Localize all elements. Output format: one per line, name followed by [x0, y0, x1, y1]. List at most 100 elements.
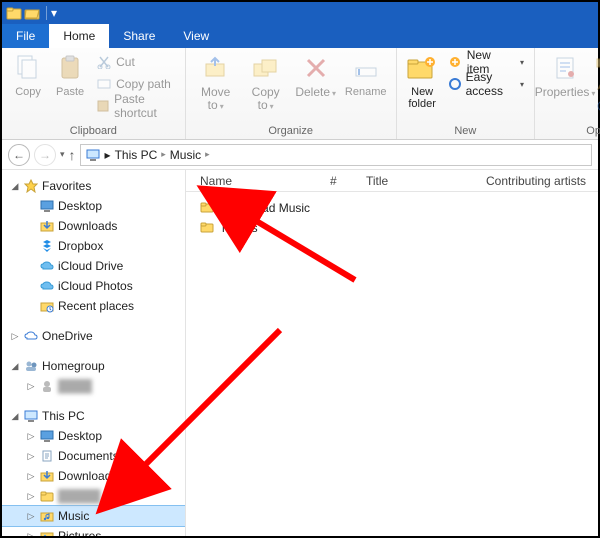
tree-label: Recent places	[58, 299, 134, 313]
collapse-icon[interactable]: ◢	[10, 361, 20, 372]
breadcrumb-folder[interactable]: Music▸	[170, 148, 210, 162]
expand-icon[interactable]: ▷	[26, 381, 36, 392]
tree-item[interactable]: ▷Desktop	[2, 426, 185, 446]
new-folder-label: New folder	[408, 86, 436, 110]
tree-label: This PC	[42, 409, 85, 423]
pc-icon	[85, 147, 101, 163]
properties-button[interactable]: Properties▾	[543, 52, 587, 100]
easy-access-label: Easy access	[466, 70, 514, 98]
tree-item[interactable]: ▷ Downloads	[2, 466, 185, 486]
folder-icon	[6, 5, 22, 21]
tab-file[interactable]: File	[2, 24, 49, 48]
expand-icon[interactable]: ▷	[26, 431, 36, 442]
recent-icon	[39, 298, 55, 314]
edit-icon	[595, 76, 600, 92]
file-row[interactable]: iTunes	[186, 218, 598, 238]
tree-header-homegroup[interactable]: ◢ Homegroup	[2, 356, 185, 376]
tree-item-homegroup-user[interactable]: ▷ ████	[2, 376, 185, 396]
copy-button[interactable]: Copy	[10, 52, 46, 98]
qat-overflow-icon[interactable]: ▾	[51, 6, 57, 20]
title-bar: ▾	[2, 2, 598, 24]
expand-icon[interactable]: ▷	[10, 331, 20, 342]
expand-icon[interactable]: ▷	[26, 471, 36, 482]
move-to-button[interactable]: Move to▾	[194, 52, 238, 113]
new-item-button[interactable]: New item▾	[446, 52, 526, 72]
tree-header-onedrive[interactable]: ▷ OneDrive	[2, 326, 185, 346]
copy-icon	[12, 52, 44, 84]
col-number[interactable]: #	[322, 174, 358, 188]
chevron-right-icon[interactable]: ▸	[105, 148, 111, 162]
col-artists[interactable]: Contributing artists	[478, 174, 598, 188]
folder-icon	[39, 488, 55, 504]
tab-share[interactable]: Share	[109, 24, 169, 48]
user-icon	[39, 378, 55, 394]
ribbon-group-organize: Move to▾ Copy to▾ Delete▾ Rename Organiz…	[186, 48, 397, 139]
tree-item[interactable]: ▷iCloud Drive	[2, 256, 185, 276]
tree-label: Homegroup	[42, 359, 105, 373]
cut-button[interactable]: Cut	[94, 52, 177, 72]
col-title[interactable]: Title	[358, 174, 478, 188]
easy-access-button[interactable]: Easy access▾	[446, 74, 526, 94]
tree-label: Downloads	[58, 469, 117, 483]
tree-label: Dropbox	[58, 239, 103, 253]
delete-button[interactable]: Delete▾	[294, 52, 338, 100]
edit-button[interactable]: Edit	[593, 74, 600, 94]
paste-button[interactable]: Paste	[52, 52, 88, 98]
tree-item[interactable]: ▷Recent places	[2, 296, 185, 316]
open-icon	[595, 54, 600, 70]
paste-shortcut-button[interactable]: Paste shortcut	[94, 96, 177, 116]
rename-button[interactable]: Rename	[344, 52, 388, 98]
downloads-icon	[39, 218, 55, 234]
file-row[interactable]: Download Music	[186, 198, 598, 218]
tree-item[interactable]: ▷█████	[2, 486, 185, 506]
icloud-icon	[39, 278, 55, 294]
file-list: Download MusiciTunes	[186, 192, 598, 244]
rename-label: Rename	[345, 86, 387, 98]
tree-header-favorites[interactable]: ◢ Favorites	[2, 176, 185, 196]
cut-label: Cut	[116, 55, 135, 69]
tree-label: OneDrive	[42, 329, 93, 343]
delete-icon	[300, 52, 332, 84]
expand-icon[interactable]: ▷	[26, 451, 36, 462]
up-button[interactable]: ↑	[69, 147, 76, 163]
tree-item[interactable]: ▷ Documents	[2, 446, 185, 466]
tree-item[interactable]: ▷iCloud Photos	[2, 276, 185, 296]
content-pane: Name # Title Contributing artists Downlo…	[186, 170, 598, 536]
tree-item-music[interactable]: ▷ Music	[2, 506, 185, 526]
collapse-icon[interactable]: ◢	[10, 411, 20, 422]
expand-icon[interactable]: ▷	[26, 511, 36, 522]
pictures-icon	[39, 528, 55, 536]
tree-item[interactable]: ▷Downloads	[2, 216, 185, 236]
col-name[interactable]: Name	[192, 174, 322, 188]
recent-locations-button[interactable]: ▾	[60, 149, 65, 160]
tree-label: Documents	[58, 449, 119, 463]
expand-icon[interactable]: ▷	[26, 491, 36, 502]
tree-item[interactable]: ▷Pictures	[2, 526, 185, 536]
tree-item[interactable]: ▷Desktop	[2, 196, 185, 216]
paste-shortcut-icon	[96, 98, 110, 114]
properties-label: Properties▾	[535, 86, 596, 100]
copy-path-button[interactable]: Copy path	[94, 74, 177, 94]
copy-to-button[interactable]: Copy to▾	[244, 52, 288, 113]
back-button[interactable]: ←	[8, 144, 30, 166]
copy-path-icon	[96, 76, 112, 92]
tab-home[interactable]: Home	[49, 24, 109, 48]
ribbon: Copy Paste Cut Copy path	[2, 48, 598, 140]
new-folder-button[interactable]: New folder	[405, 52, 440, 110]
expand-icon[interactable]: ▷	[26, 531, 36, 537]
tree-group-thispc: ◢ This PC ▷Desktop▷Documents▷Downloads▷█…	[2, 406, 185, 536]
address-bar[interactable]: ▸ This PC▸ Music▸	[80, 144, 592, 166]
tree-header-thispc[interactable]: ◢ This PC	[2, 406, 185, 426]
history-button[interactable]: History	[593, 96, 600, 116]
tree-label: Music	[58, 509, 89, 523]
forward-button[interactable]: →	[34, 144, 56, 166]
paste-shortcut-label: Paste shortcut	[114, 92, 175, 120]
tree-item[interactable]: ▷Dropbox	[2, 236, 185, 256]
new-folder-icon	[406, 52, 438, 84]
group-label-organize: Organize	[194, 123, 388, 137]
tab-view[interactable]: View	[169, 24, 223, 48]
collapse-icon[interactable]: ◢	[10, 181, 20, 192]
open-button[interactable]: Open▾	[593, 52, 600, 72]
breadcrumb-root[interactable]: This PC▸	[115, 148, 166, 162]
desktop-icon	[39, 428, 55, 444]
